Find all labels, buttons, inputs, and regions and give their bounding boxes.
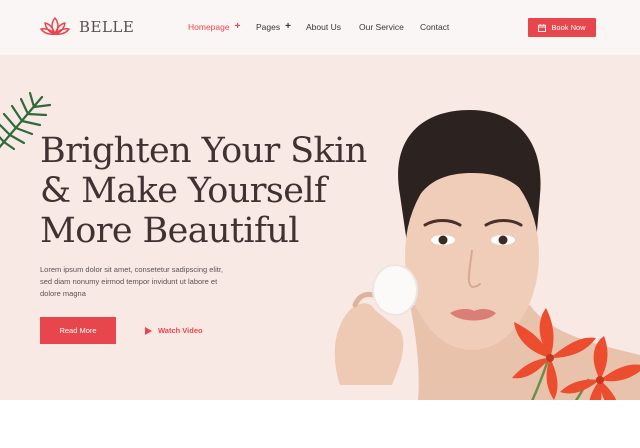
- book-now-button[interactable]: Book Now: [528, 18, 596, 37]
- calendar-icon: [538, 23, 547, 32]
- nav-item-label: About Us: [306, 22, 341, 32]
- nav-item-label: Our Service: [359, 22, 404, 32]
- hero-description: Lorem ipsum dolor sit amet, consetetur s…: [40, 265, 223, 298]
- brand-name: BELLE: [79, 18, 135, 36]
- hero-section: Brighten Your Skin & Make Yourself More …: [0, 55, 640, 400]
- plus-icon: +: [285, 21, 291, 32]
- page-bottom: [0, 400, 640, 448]
- site-header: BELLE Homepage + Pages + About Us Our Se…: [0, 0, 640, 55]
- nav-item-homepage[interactable]: Homepage +: [188, 21, 241, 33]
- read-more-button[interactable]: Read More: [40, 317, 116, 344]
- nav-item-our-service[interactable]: Our Service: [359, 22, 404, 32]
- nav-item-contact[interactable]: Contact: [420, 22, 449, 32]
- nav-item-pages[interactable]: Pages +: [256, 21, 291, 33]
- nav-item-about-us[interactable]: About Us: [306, 22, 341, 32]
- nav-item-label: Pages: [256, 22, 281, 32]
- plus-icon: +: [234, 21, 241, 32]
- watch-video-label: Watch Video: [158, 326, 203, 335]
- nav-item-label: Homepage: [188, 22, 230, 32]
- lotus-icon: [40, 17, 70, 35]
- logo[interactable]: BELLE: [40, 15, 134, 39]
- nav-item-label: Contact: [420, 22, 450, 32]
- play-icon: [145, 326, 152, 335]
- watch-video-link[interactable]: Watch Video: [145, 326, 203, 335]
- book-now-label: Book Now: [551, 23, 586, 32]
- lily-flower-image: [512, 308, 640, 400]
